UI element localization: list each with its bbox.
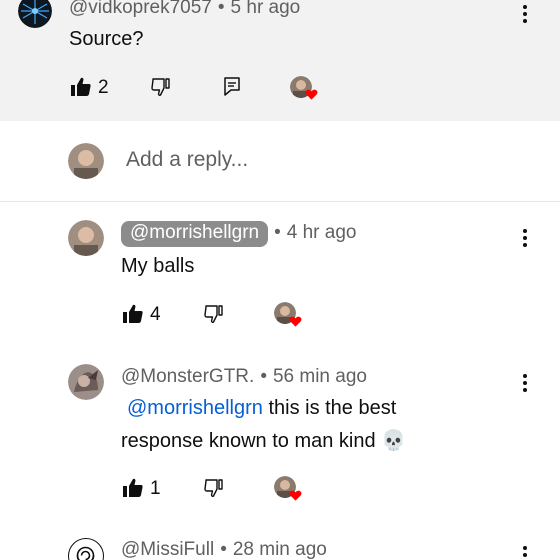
like-count: 2 <box>98 77 109 98</box>
avatar-morrishellgrn[interactable] <box>68 220 104 256</box>
creator-heart-icon <box>305 89 318 100</box>
reply-author-handle[interactable]: @MissiFull <box>121 539 214 560</box>
like-count: 4 <box>150 304 161 325</box>
reply-time: 56 min ago <box>272 366 367 387</box>
divider <box>0 201 560 202</box>
comment-text: Source? <box>69 28 144 50</box>
more-vert-icon[interactable] <box>520 5 530 25</box>
more-vert-icon[interactable] <box>520 229 530 249</box>
reply-text-line2: response known to man kind <box>121 430 376 452</box>
reply-meta: @morrishellgrn • 4 hr ago <box>121 221 357 247</box>
thumbs-up-icon[interactable] <box>122 304 144 324</box>
add-reply-input[interactable]: Add a reply... <box>126 148 248 172</box>
skull-emoji: 💀 <box>381 428 407 452</box>
comment-author-handle[interactable]: @vidkoprek7057 <box>69 0 212 18</box>
avatar-missifull[interactable] <box>68 538 104 560</box>
reply-text-line1: this is the best <box>262 397 397 419</box>
avatar-monstergtr[interactable] <box>68 364 104 400</box>
comment-time: 5 hr ago <box>230 0 301 18</box>
reply-meta: @MonsterGTR. • 56 min ago <box>121 366 367 388</box>
meta-separator: • <box>220 539 227 560</box>
thumbs-up-icon[interactable] <box>122 478 144 498</box>
thumbs-up-icon[interactable] <box>70 77 92 97</box>
thumbs-down-icon[interactable] <box>151 78 171 97</box>
current-user-avatar <box>68 143 104 179</box>
reply-text: @morrishellgrn this is the best response… <box>121 392 501 457</box>
thumbs-down-icon[interactable] <box>204 479 224 498</box>
more-vert-icon[interactable] <box>520 374 530 394</box>
more-vert-icon[interactable] <box>520 546 530 560</box>
reply-time: 4 hr ago <box>286 222 357 243</box>
thumbs-down-icon[interactable] <box>204 305 224 324</box>
creator-heart-icon <box>289 490 302 501</box>
meta-separator: • <box>217 0 225 18</box>
creator-heart-icon <box>289 316 302 327</box>
reply-author-handle[interactable]: @MonsterGTR. <box>121 366 254 387</box>
meta-separator: • <box>260 366 267 387</box>
like-count: 1 <box>150 478 161 499</box>
reply-time: 28 min ago <box>232 539 327 560</box>
meta-separator: • <box>274 222 281 243</box>
mention-link[interactable]: @morrishellgrn <box>127 397 263 419</box>
reply-meta: @MissiFull • 28 min ago <box>121 539 327 560</box>
comment-meta: @vidkoprek7057 • 5 hr ago <box>69 0 300 19</box>
reply-icon[interactable] <box>223 77 241 97</box>
reply-text: My balls <box>121 255 195 277</box>
reply-author-handle-pill[interactable]: @morrishellgrn <box>121 221 269 247</box>
